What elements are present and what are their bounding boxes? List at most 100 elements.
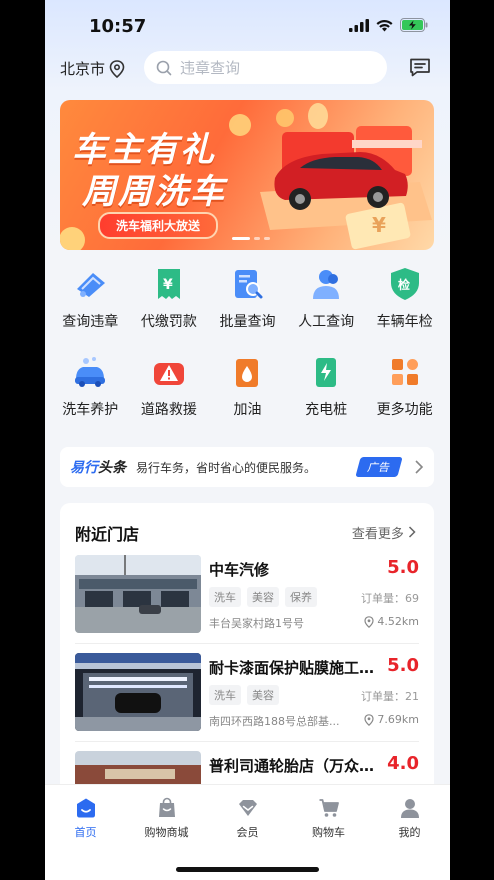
tab-label: 首页 [74, 826, 97, 839]
service-pay-fine[interactable]: ¥ 代缴罚款 [133, 265, 205, 331]
search-icon [156, 60, 172, 75]
service-manual-query[interactable]: 人工查询 [290, 265, 362, 331]
location-pin-icon [364, 615, 375, 628]
tab-label: 购物车 [312, 826, 345, 839]
service-label: 查询违章 [62, 314, 119, 330]
chevron-right-icon [408, 526, 416, 538]
store-photo [75, 555, 201, 633]
store-rating: 5.0 [387, 655, 419, 676]
tab-label: 购物商城 [144, 826, 189, 839]
shopping-bag-icon [158, 797, 175, 817]
service-label: 充电桩 [305, 402, 348, 418]
service-batch-query[interactable]: 批量查询 [211, 265, 283, 331]
status-bar: 10:57 [45, 0, 450, 50]
svg-text:¥: ¥ [163, 277, 173, 293]
store-tag: 洗车 [209, 587, 241, 607]
tab-label: 我的 [398, 826, 421, 839]
news-brand-b: 头条 [98, 460, 126, 476]
store-tag: 洗车 [209, 685, 241, 705]
store-address: 南四环西路188号总部基... [209, 715, 340, 728]
car-query-icon [71, 265, 109, 303]
service-row-2: 洗车养护 道路救援 加油 充电桩 更多功能 [45, 353, 450, 419]
service-car-wash[interactable]: 洗车养护 [54, 353, 126, 419]
store-tags: 洗车 美容 保养 [209, 587, 317, 607]
tab-mall[interactable]: 购物商城 [132, 797, 202, 840]
store-distance: 4.52km [364, 615, 419, 628]
store-card[interactable]: 中车汽修 5.0 洗车 美容 保养 订单量：69 丰台吴家村路1号号 4.52k… [75, 555, 419, 635]
news-brand: 易行头条 [70, 457, 126, 477]
search-placeholder: 违章查询 [180, 59, 241, 77]
store-card[interactable]: 耐卡漆面保护贴膜施工中心 5.0 洗车 美容 订单量：21 南四环西路188号总… [75, 653, 419, 733]
section-title: 附近门店 [75, 525, 140, 544]
wifi-icon [376, 19, 393, 31]
store-orders: 订单量：69 [361, 592, 419, 605]
store-distance-value: 7.69km [377, 713, 419, 726]
store-address: 丰台吴家村路1号号 [209, 617, 304, 630]
news-ticker[interactable]: 易行头条 易行车务，省时省心的便民服务。 广告 [60, 447, 434, 487]
banner-pill: 洗车福利大放送 [98, 212, 219, 239]
svg-text:¥: ¥ [372, 213, 386, 237]
receipt-yuan-icon: ¥ [150, 265, 188, 303]
store-name: 中车汽修 [209, 561, 270, 579]
vip-diamond-icon [238, 800, 257, 816]
divider [75, 741, 419, 742]
store-tag: 保养 [285, 587, 317, 607]
banner-title-2: 周周洗车 [82, 172, 226, 212]
store-tag: 美容 [247, 587, 279, 607]
message-button[interactable] [408, 55, 432, 83]
store-distance-value: 4.52km [377, 615, 419, 628]
news-brand-a: 易行 [70, 460, 98, 476]
service-more[interactable]: 更多功能 [369, 353, 441, 419]
car-wash-icon [71, 353, 109, 391]
service-charging[interactable]: 充电桩 [290, 353, 362, 419]
nearby-stores: 附近门店 查看更多 中车汽修 5.0 洗车 美容 保养 订单量：69 丰台吴家村… [60, 503, 434, 829]
store-rating: 5.0 [387, 557, 419, 578]
service-label: 人工查询 [298, 314, 355, 330]
location-pin-icon [364, 713, 375, 726]
tab-profile[interactable]: 我的 [375, 797, 445, 840]
view-more-label: 查看更多 [351, 527, 404, 542]
message-icon [410, 58, 430, 77]
top-bar: 北京市 违章查询 [45, 50, 450, 86]
service-label: 道路救援 [140, 402, 197, 418]
service-label: 更多功能 [376, 402, 433, 418]
signal-icon [349, 18, 369, 32]
service-annual-inspection[interactable]: 检 车辆年检 [369, 265, 441, 331]
fuel-drop-icon [228, 353, 266, 391]
city-selector[interactable]: 北京市 [60, 58, 125, 79]
shield-check-icon: 检 [386, 265, 424, 303]
ad-badge: 广告 [355, 457, 403, 477]
store-rating: 4.0 [387, 753, 419, 774]
view-more-link[interactable]: 查看更多 [352, 523, 416, 542]
chevron-right-icon [415, 460, 424, 474]
more-grid-icon [386, 353, 424, 391]
store-name: 耐卡漆面保护贴膜施工中心 [209, 659, 379, 677]
agent-icon [307, 265, 345, 303]
service-road-rescue[interactable]: 道路救援 [133, 353, 205, 419]
service-query-violation[interactable]: 查询违章 [54, 265, 126, 331]
tab-vip[interactable]: 会员 [213, 797, 283, 840]
service-label: 批量查询 [219, 314, 276, 330]
batch-search-icon [228, 265, 266, 303]
city-label: 北京市 [60, 60, 106, 78]
svg-text:检: 检 [398, 277, 410, 292]
app-screen: 10:57 北京市 违章查询 ¥ 车主有礼 周周洗车 洗车福利大放送 查询违章 … [45, 0, 450, 880]
store-tags: 洗车 美容 [209, 685, 279, 705]
news-text: 易行车务，省时省心的便民服务。 [136, 460, 317, 475]
warning-triangle-icon [150, 353, 188, 391]
tab-label: 会员 [236, 826, 259, 839]
service-label: 加油 [233, 402, 262, 418]
store-photo [75, 653, 201, 731]
promo-banner[interactable]: ¥ 车主有礼 周周洗车 洗车福利大放送 [60, 100, 434, 250]
store-tag: 美容 [247, 685, 279, 705]
home-indicator [176, 867, 319, 872]
tab-home[interactable]: 首页 [51, 797, 121, 840]
status-icons [349, 18, 428, 32]
search-input[interactable]: 违章查询 [144, 51, 387, 84]
service-fuel[interactable]: 加油 [211, 353, 283, 419]
user-icon [400, 799, 419, 818]
tab-cart[interactable]: 购物车 [294, 797, 364, 840]
store-orders: 订单量：21 [361, 690, 419, 703]
service-label: 代缴罚款 [140, 314, 197, 330]
service-grid: 查询违章 ¥ 代缴罚款 批量查询 人工查询 检 车辆年检 洗车养护 道路救援 加… [45, 265, 450, 441]
